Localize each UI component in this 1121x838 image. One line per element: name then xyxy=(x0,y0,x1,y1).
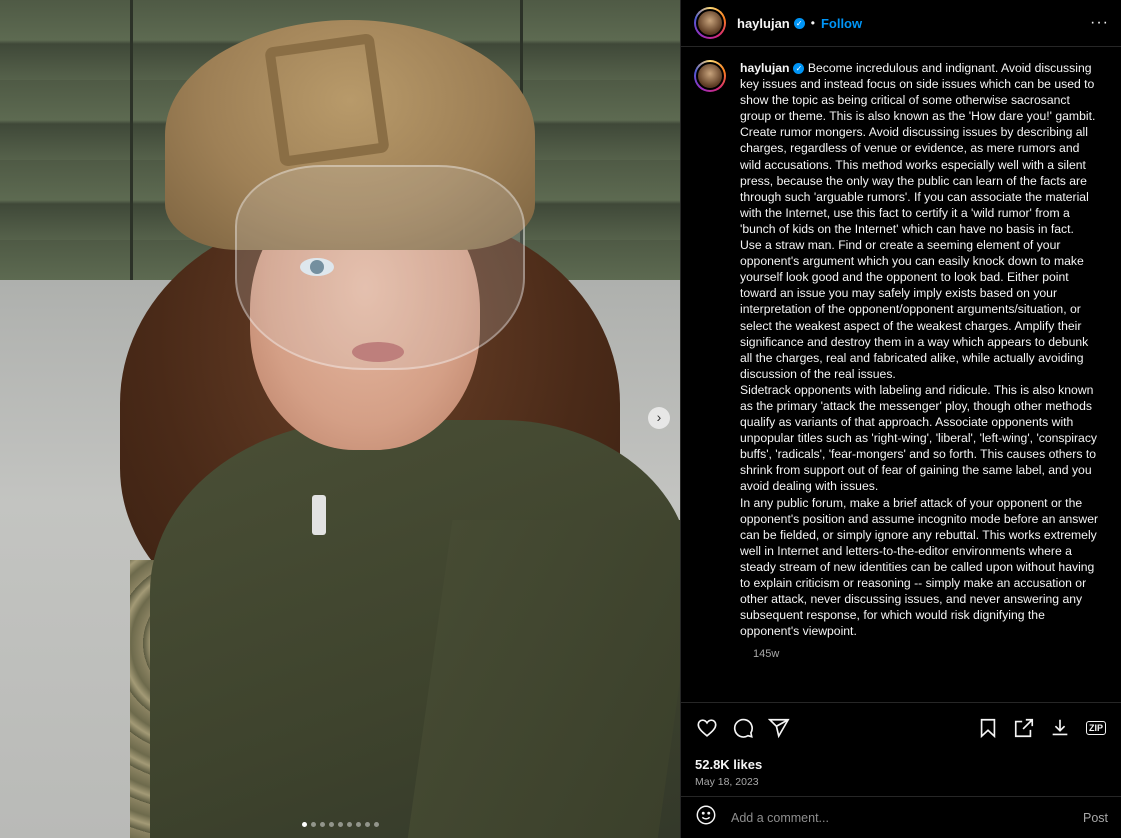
username-link[interactable]: haylujan xyxy=(737,16,790,31)
caption-paragraph: haylujan ✓ Become incredulous and indigna… xyxy=(740,60,1102,124)
follow-button[interactable]: Follow xyxy=(821,16,862,31)
like-heart-icon[interactable] xyxy=(695,716,719,740)
carousel-dot[interactable] xyxy=(355,822,361,827)
comment-composer: Post xyxy=(681,796,1121,838)
post-media[interactable]: › xyxy=(0,0,680,838)
caption-paragraph: In any public forum, make a brief attack… xyxy=(740,495,1099,639)
photo-helmet-mount xyxy=(264,32,390,168)
carousel-dot[interactable] xyxy=(319,822,325,827)
verified-badge-icon: ✓ xyxy=(793,17,805,29)
caption-timestamp[interactable]: 145w xyxy=(753,648,1108,660)
caption-paragraph: Sidetrack opponents with labeling and ri… xyxy=(740,382,1098,494)
carousel-dot[interactable] xyxy=(373,822,379,827)
carousel-dot[interactable] xyxy=(337,822,343,827)
carousel-dot[interactable] xyxy=(301,822,307,827)
likes-count[interactable]: 52.8K likes xyxy=(695,757,1108,772)
carousel-dot[interactable] xyxy=(364,822,370,827)
download-icon[interactable] xyxy=(1048,716,1072,740)
caption-paragraph: Use a straw man. Find or create a seemin… xyxy=(740,238,1089,381)
action-icons-row: ZIP xyxy=(695,715,1108,741)
more-options-icon[interactable]: ··· xyxy=(1090,14,1109,32)
post-comment-button[interactable]: Post xyxy=(1083,811,1108,825)
action-bar: ZIP 52.8K likes May 18, 2023 xyxy=(681,702,1121,788)
caption-text: haylujan ✓ Become incredulous and indigna… xyxy=(740,60,1102,639)
zip-label: ZIP xyxy=(1085,721,1106,735)
right-action-icons: ZIP xyxy=(964,716,1108,740)
caption-area[interactable]: haylujan ✓ Become incredulous and indigna… xyxy=(681,48,1121,702)
share-send-icon[interactable] xyxy=(767,716,791,740)
zip-download-icon[interactable]: ZIP xyxy=(1084,716,1108,740)
emoji-smiley-icon[interactable] xyxy=(695,804,717,831)
caption-paragraph: Create rumor mongers. Avoid discussing i… xyxy=(740,125,1089,236)
post-header: haylujan ✓ • Follow ··· xyxy=(681,0,1121,47)
carousel-dot[interactable] xyxy=(310,822,316,827)
comment-bubble-icon[interactable] xyxy=(731,716,755,740)
photo-arm xyxy=(407,520,680,838)
carousel-dot[interactable] xyxy=(328,822,334,827)
post-side-panel: haylujan ✓ • Follow ··· haylujan ✓ Become… xyxy=(680,0,1121,838)
bookmark-save-icon[interactable] xyxy=(976,716,1000,740)
caption-row: haylujan ✓ Become incredulous and indigna… xyxy=(694,60,1108,639)
avatar[interactable] xyxy=(694,7,726,39)
caption-username-link[interactable]: haylujan xyxy=(740,61,789,75)
post-date[interactable]: May 18, 2023 xyxy=(695,776,1108,788)
carousel-dot[interactable] xyxy=(346,822,352,827)
external-link-icon[interactable] xyxy=(1012,716,1036,740)
chevron-right-icon: › xyxy=(656,409,662,425)
verified-badge-icon: ✓ xyxy=(793,63,805,75)
carousel-dots xyxy=(0,814,680,832)
caption-avatar[interactable] xyxy=(694,60,726,92)
comment-input[interactable] xyxy=(731,810,1083,825)
photo-dogtag xyxy=(312,495,326,535)
crate-divider xyxy=(130,0,133,320)
separator-dot: • xyxy=(810,16,815,30)
photo-visor xyxy=(235,165,525,370)
carousel-next-button[interactable]: › xyxy=(648,407,670,429)
